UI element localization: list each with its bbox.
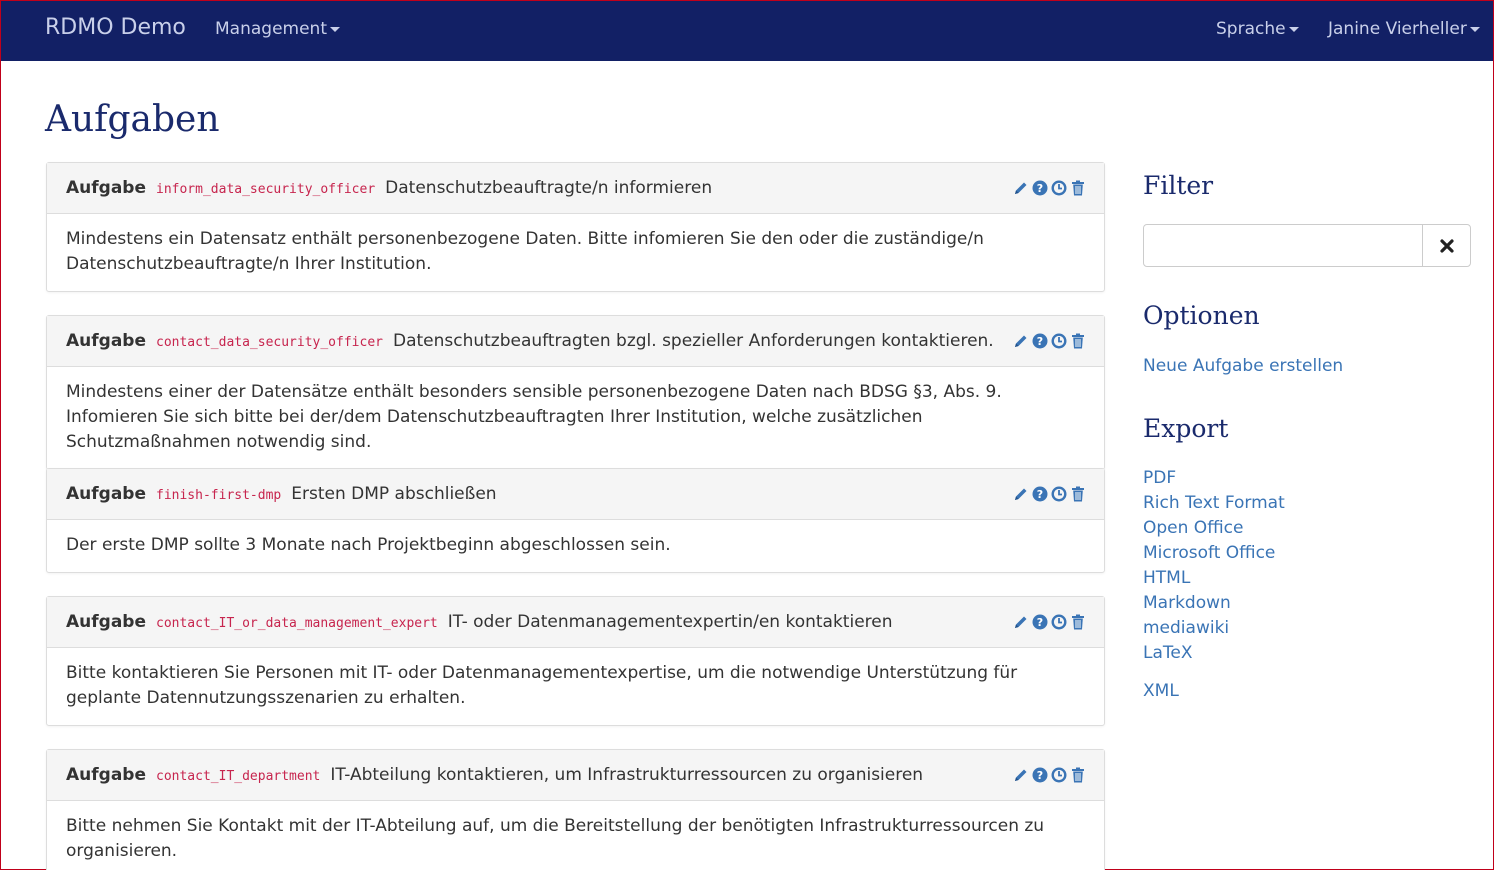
brand-link[interactable]: RDMO Demo: [45, 15, 186, 40]
task-key: contact_IT_or_data_management_expert: [156, 615, 438, 631]
trash-icon[interactable]: [1070, 613, 1086, 631]
caret-down-icon: [330, 26, 340, 32]
task-panel: Aufgabe contact_IT_department IT-Abteilu…: [46, 749, 1105, 870]
task-label: Aufgabe: [66, 178, 146, 198]
trash-icon[interactable]: [1070, 485, 1086, 503]
task-actions: ?: [1013, 766, 1086, 784]
svg-text:?: ?: [1037, 616, 1043, 629]
task-title: Datenschutzbeauftragte/n informieren: [385, 178, 713, 198]
export-link-docx[interactable]: Microsoft Office: [1143, 543, 1275, 563]
task-panel: Aufgabe contact_data_security_officer Da…: [46, 315, 1105, 470]
caret-down-icon: [1288, 26, 1299, 32]
task-description: Bitte nehmen Sie Kontakt mit der IT-Abte…: [66, 816, 1045, 861]
task-label: Aufgabe: [66, 484, 146, 504]
pencil-icon[interactable]: [1013, 613, 1029, 631]
task-panel-header: Aufgabe contact_IT_department IT-Abteilu…: [47, 750, 1104, 801]
task-key: finish-first-dmp: [156, 487, 282, 503]
export-link-html[interactable]: HTML: [1143, 568, 1190, 588]
pencil-icon[interactable]: [1013, 332, 1029, 350]
task-title: IT-Abteilung kontaktieren, um Infrastruk…: [330, 765, 924, 785]
trash-icon[interactable]: [1070, 179, 1086, 197]
task-panel-header: Aufgabe inform_data_security_officer Dat…: [47, 163, 1104, 214]
user-menu[interactable]: Janine Vierheller: [1328, 19, 1480, 39]
options-heading: Optionen: [1143, 301, 1260, 330]
task-panel-header: Aufgabe finish-first-dmp Ersten DMP absc…: [47, 469, 1104, 520]
task-actions: ?: [1013, 613, 1086, 631]
task-title: Ersten DMP abschließen: [291, 484, 497, 504]
clock-icon[interactable]: [1051, 613, 1067, 631]
language-menu-label: Sprache: [1216, 19, 1286, 39]
export-heading: Export: [1143, 414, 1229, 443]
task-title: IT- oder Datenmanagementexpertin/en kont…: [447, 612, 893, 632]
caret-down-icon: [1469, 26, 1480, 32]
pencil-icon[interactable]: [1013, 766, 1029, 784]
question-circle-icon[interactable]: ?: [1032, 766, 1048, 784]
clear-filter-button[interactable]: [1422, 225, 1470, 266]
question-circle-icon[interactable]: ?: [1032, 332, 1048, 350]
task-panel: Aufgabe inform_data_security_officer Dat…: [46, 162, 1105, 292]
top-navbar: RDMO Demo Management Sprache Janine Vier…: [1, 1, 1493, 61]
task-key: contact_data_security_officer: [156, 334, 383, 350]
task-label: Aufgabe: [66, 331, 146, 351]
export-link-pdf[interactable]: PDF: [1143, 468, 1176, 488]
task-description: Der erste DMP sollte 3 Monate nach Proje…: [66, 535, 671, 555]
task-description: Mindestens ein Datensatz enthält persone…: [66, 229, 984, 274]
svg-text:?: ?: [1037, 769, 1043, 782]
export-link-xml[interactable]: XML: [1143, 681, 1179, 701]
clock-icon[interactable]: [1051, 485, 1067, 503]
pencil-icon[interactable]: [1013, 485, 1029, 503]
task-description: Mindestens einer der Datensätze enthält …: [66, 382, 1002, 452]
management-menu-label: Management: [215, 19, 327, 39]
export-link-markdown[interactable]: Markdown: [1143, 593, 1231, 613]
clock-icon[interactable]: [1051, 179, 1067, 197]
close-icon: [1439, 238, 1454, 253]
svg-text:?: ?: [1037, 182, 1043, 195]
clock-icon[interactable]: [1051, 766, 1067, 784]
task-panel-header: Aufgabe contact_data_security_officer Da…: [47, 316, 1104, 367]
filter-input[interactable]: [1144, 225, 1422, 266]
question-circle-icon[interactable]: ?: [1032, 179, 1048, 197]
task-panel-header: Aufgabe contact_IT_or_data_management_ex…: [47, 597, 1104, 648]
trash-icon[interactable]: [1070, 766, 1086, 784]
svg-text:?: ?: [1037, 488, 1043, 501]
page-title: Aufgaben: [45, 99, 220, 140]
task-panel: Aufgabe contact_IT_or_data_management_ex…: [46, 596, 1105, 726]
language-menu[interactable]: Sprache: [1216, 19, 1299, 39]
task-actions: ?: [1013, 332, 1086, 350]
filter-group: [1143, 224, 1471, 267]
task-description: Bitte kontaktieren Sie Personen mit IT- …: [66, 663, 1018, 708]
task-label: Aufgabe: [66, 765, 146, 785]
question-circle-icon[interactable]: ?: [1032, 485, 1048, 503]
task-key: inform_data_security_officer: [156, 181, 376, 197]
trash-icon[interactable]: [1070, 332, 1086, 350]
export-link-odt[interactable]: Open Office: [1143, 518, 1243, 538]
task-label: Aufgabe: [66, 612, 146, 632]
export-link-latex[interactable]: LaTeX: [1143, 643, 1193, 663]
new-task-link[interactable]: Neue Aufgabe erstellen: [1143, 356, 1343, 376]
export-link-mediawiki[interactable]: mediawiki: [1143, 618, 1229, 638]
export-link-rtf[interactable]: Rich Text Format: [1143, 493, 1285, 513]
pencil-icon[interactable]: [1013, 179, 1029, 197]
user-menu-label: Janine Vierheller: [1328, 19, 1467, 39]
filter-heading: Filter: [1143, 171, 1214, 200]
management-menu[interactable]: Management: [215, 19, 340, 39]
task-actions: ?: [1013, 179, 1086, 197]
svg-text:?: ?: [1037, 335, 1043, 348]
task-actions: ?: [1013, 485, 1086, 503]
task-title: Datenschutzbeauftragten bzgl. spezieller…: [392, 331, 994, 351]
task-panel: Aufgabe finish-first-dmp Ersten DMP absc…: [46, 468, 1105, 573]
question-circle-icon[interactable]: ?: [1032, 613, 1048, 631]
task-key: contact_IT_department: [156, 768, 321, 784]
clock-icon[interactable]: [1051, 332, 1067, 350]
